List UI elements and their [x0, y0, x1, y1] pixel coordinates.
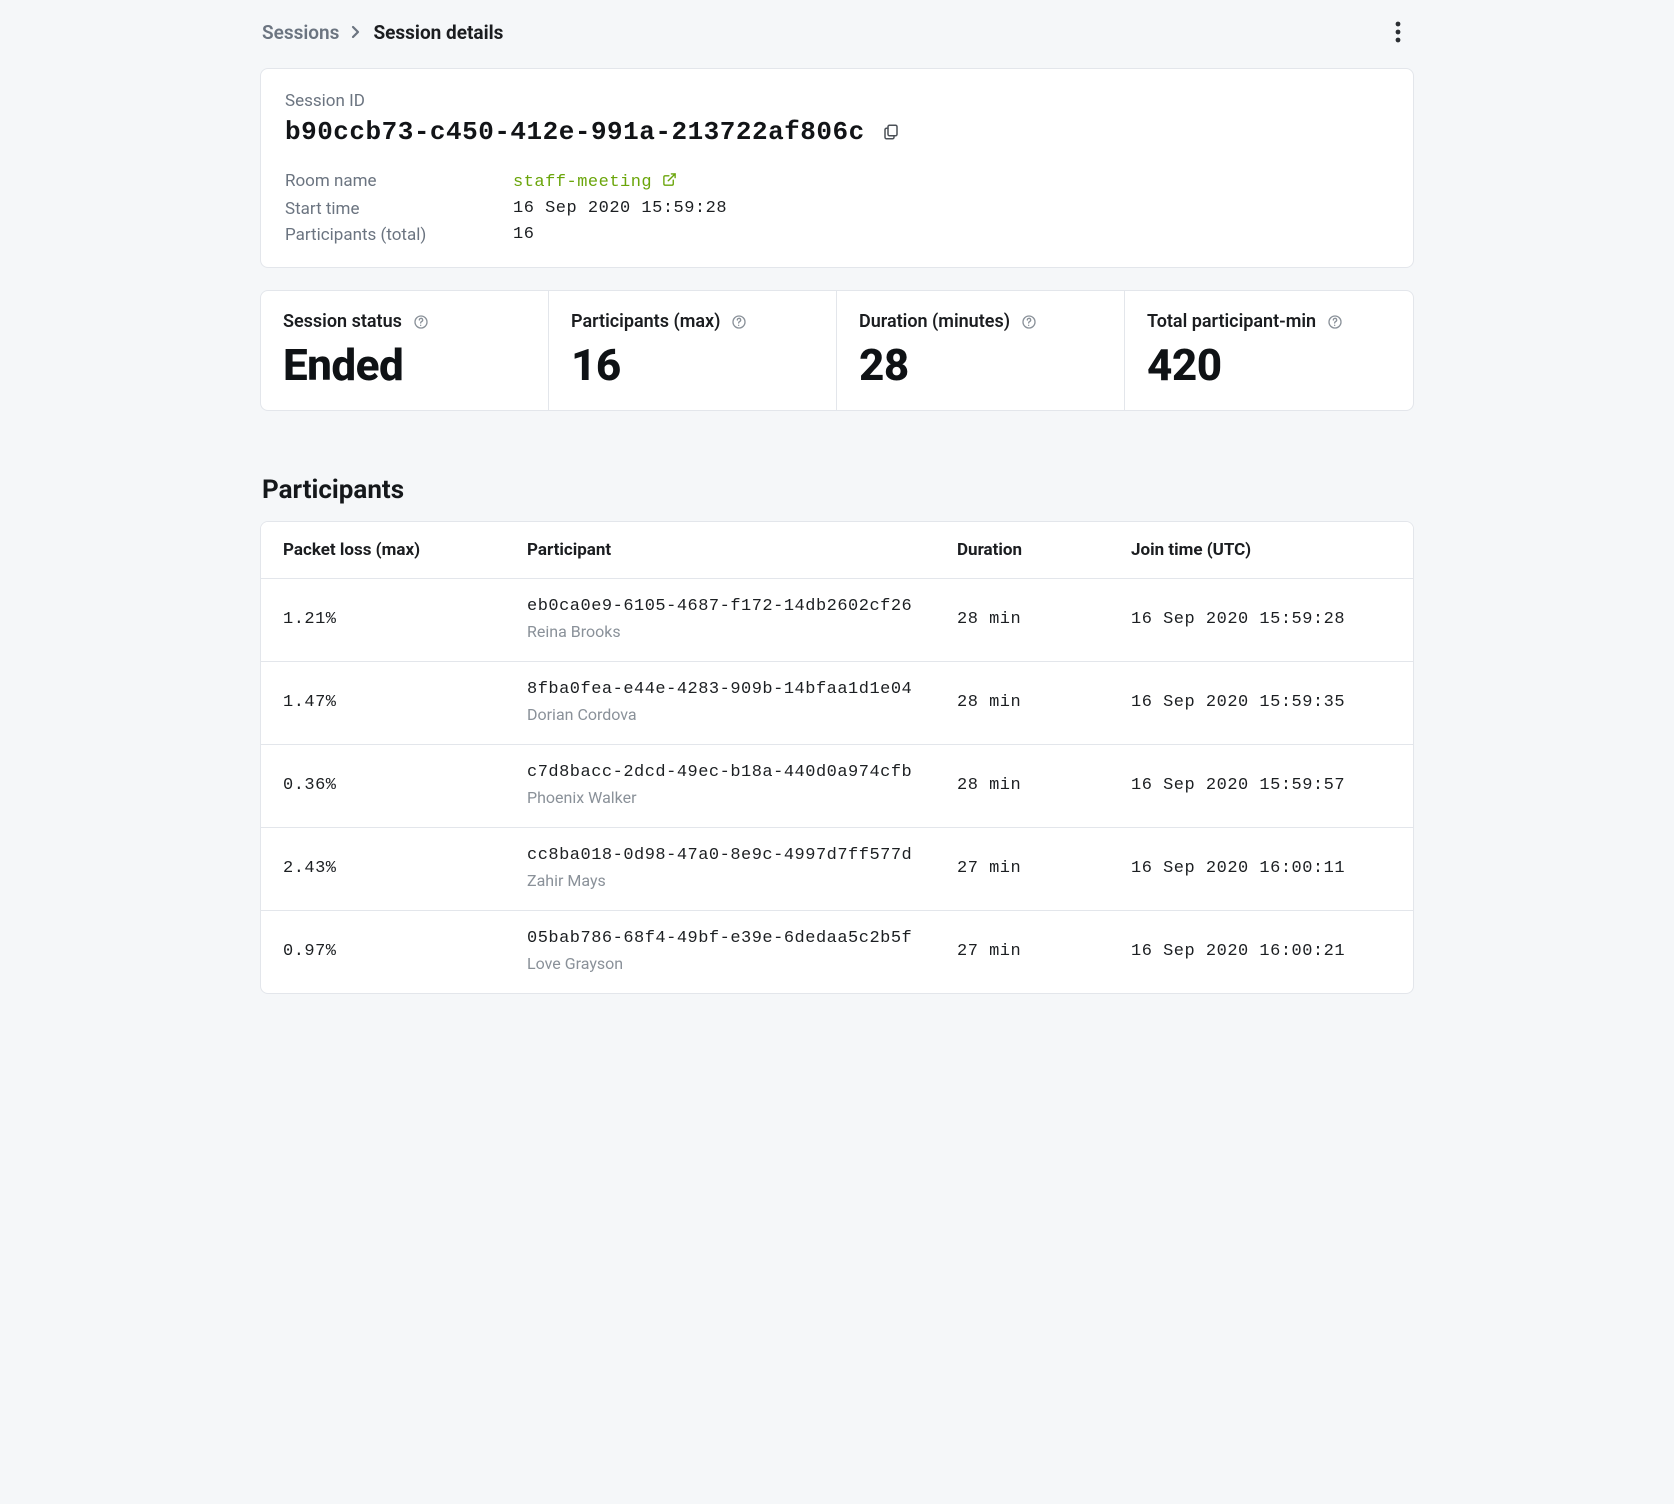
topbar: Sessions Session details	[260, 18, 1414, 68]
more-menu-button[interactable]	[1384, 18, 1412, 46]
cell-participant: cc8ba018-0d98-47a0-8e9c-4997d7ff577d Zahi…	[505, 828, 935, 911]
stat-label: Duration (minutes)	[859, 311, 1010, 332]
col-duration[interactable]: Duration	[935, 522, 1109, 579]
room-name-label: Room name	[285, 171, 505, 193]
table-row[interactable]: 1.47%8fba0fea-e44e-4283-909b-14bfaa1d1e0…	[261, 662, 1413, 745]
stat-value: 16	[571, 342, 814, 388]
participants-total-label: Participants (total)	[285, 225, 505, 245]
session-summary-card: Session ID b90ccb73-c450-412e-991a-21372…	[260, 68, 1414, 268]
stat-value: 28	[859, 342, 1102, 388]
stat-total-participant-min: Total participant-min 420	[1125, 291, 1413, 410]
cell-participant: 8fba0fea-e44e-4283-909b-14bfaa1d1e04 Dori…	[505, 662, 935, 745]
participant-name: Dorian Cordova	[527, 705, 913, 724]
table-row[interactable]: 2.43%cc8ba018-0d98-47a0-8e9c-4997d7ff577…	[261, 828, 1413, 911]
stat-value: Ended	[283, 342, 526, 388]
cell-duration: 28 min	[935, 662, 1109, 745]
cell-participant: eb0ca0e9-6105-4687-f172-14db2602cf26 Rein…	[505, 579, 935, 662]
participants-total-value: 16	[513, 225, 1389, 245]
cell-packet-loss: 1.21%	[261, 579, 505, 662]
table-row[interactable]: 1.21%eb0ca0e9-6105-4687-f172-14db2602cf2…	[261, 579, 1413, 662]
col-join-time[interactable]: Join time (UTC)	[1109, 522, 1413, 579]
stat-session-status: Session status Ended	[261, 291, 549, 410]
session-id-label: Session ID	[285, 91, 1389, 111]
start-time-value: 16 Sep 2020 15:59:28	[513, 199, 1389, 219]
cell-join-time: 16 Sep 2020 15:59:57	[1109, 745, 1413, 828]
cell-duration: 28 min	[935, 579, 1109, 662]
col-participant[interactable]: Participant	[505, 522, 935, 579]
cell-packet-loss: 1.47%	[261, 662, 505, 745]
breadcrumb-root[interactable]: Sessions	[262, 21, 339, 44]
start-time-label: Start time	[285, 199, 505, 219]
help-icon[interactable]	[1326, 313, 1344, 331]
session-id-value: b90ccb73-c450-412e-991a-213722af806c	[285, 117, 865, 147]
participant-id: eb0ca0e9-6105-4687-f172-14db2602cf26	[527, 597, 913, 616]
participant-name: Zahir Mays	[527, 871, 913, 890]
room-name-link[interactable]: staff-meeting	[513, 172, 677, 193]
col-packet-loss[interactable]: Packet loss (max)	[261, 522, 505, 579]
cell-packet-loss: 0.97%	[261, 911, 505, 993]
cell-duration: 27 min	[935, 911, 1109, 993]
participant-name: Phoenix Walker	[527, 788, 913, 807]
cell-duration: 27 min	[935, 828, 1109, 911]
stat-label: Session status	[283, 311, 402, 332]
help-icon[interactable]	[1020, 313, 1038, 331]
participant-id: 8fba0fea-e44e-4283-909b-14bfaa1d1e04	[527, 680, 913, 699]
cell-join-time: 16 Sep 2020 16:00:21	[1109, 911, 1413, 993]
stats-row: Session status Ended Participants (max) …	[260, 290, 1414, 411]
help-icon[interactable]	[412, 313, 430, 331]
stat-label: Participants (max)	[571, 311, 720, 332]
cell-participant: c7d8bacc-2dcd-49ec-b18a-440d0a974cfb Phoe…	[505, 745, 935, 828]
help-icon[interactable]	[730, 313, 748, 331]
copy-icon[interactable]	[879, 120, 903, 144]
participant-id: cc8ba018-0d98-47a0-8e9c-4997d7ff577d	[527, 846, 913, 865]
breadcrumb-current: Session details	[373, 21, 503, 44]
stat-label: Total participant-min	[1147, 311, 1316, 332]
participant-id: c7d8bacc-2dcd-49ec-b18a-440d0a974cfb	[527, 763, 913, 782]
cell-join-time: 16 Sep 2020 16:00:11	[1109, 828, 1413, 911]
participant-name: Love Grayson	[527, 954, 913, 973]
stat-duration-minutes: Duration (minutes) 28	[837, 291, 1125, 410]
stat-participants-max: Participants (max) 16	[549, 291, 837, 410]
cell-packet-loss: 2.43%	[261, 828, 505, 911]
participants-heading: Participants	[262, 475, 1414, 505]
chevron-right-icon	[351, 25, 361, 39]
room-name-value: staff-meeting	[513, 173, 652, 192]
participant-id: 05bab786-68f4-49bf-e39e-6dedaa5c2b5f	[527, 929, 913, 948]
participants-table: Packet loss (max) Participant Duration J…	[260, 521, 1414, 994]
table-row[interactable]: 0.36%c7d8bacc-2dcd-49ec-b18a-440d0a974cf…	[261, 745, 1413, 828]
breadcrumb: Sessions Session details	[262, 21, 503, 44]
cell-join-time: 16 Sep 2020 15:59:28	[1109, 579, 1413, 662]
cell-participant: 05bab786-68f4-49bf-e39e-6dedaa5c2b5f Love…	[505, 911, 935, 993]
cell-packet-loss: 0.36%	[261, 745, 505, 828]
cell-duration: 28 min	[935, 745, 1109, 828]
participant-name: Reina Brooks	[527, 622, 913, 641]
external-link-icon	[662, 172, 677, 193]
table-row[interactable]: 0.97%05bab786-68f4-49bf-e39e-6dedaa5c2b5…	[261, 911, 1413, 993]
cell-join-time: 16 Sep 2020 15:59:35	[1109, 662, 1413, 745]
stat-value: 420	[1147, 342, 1391, 388]
